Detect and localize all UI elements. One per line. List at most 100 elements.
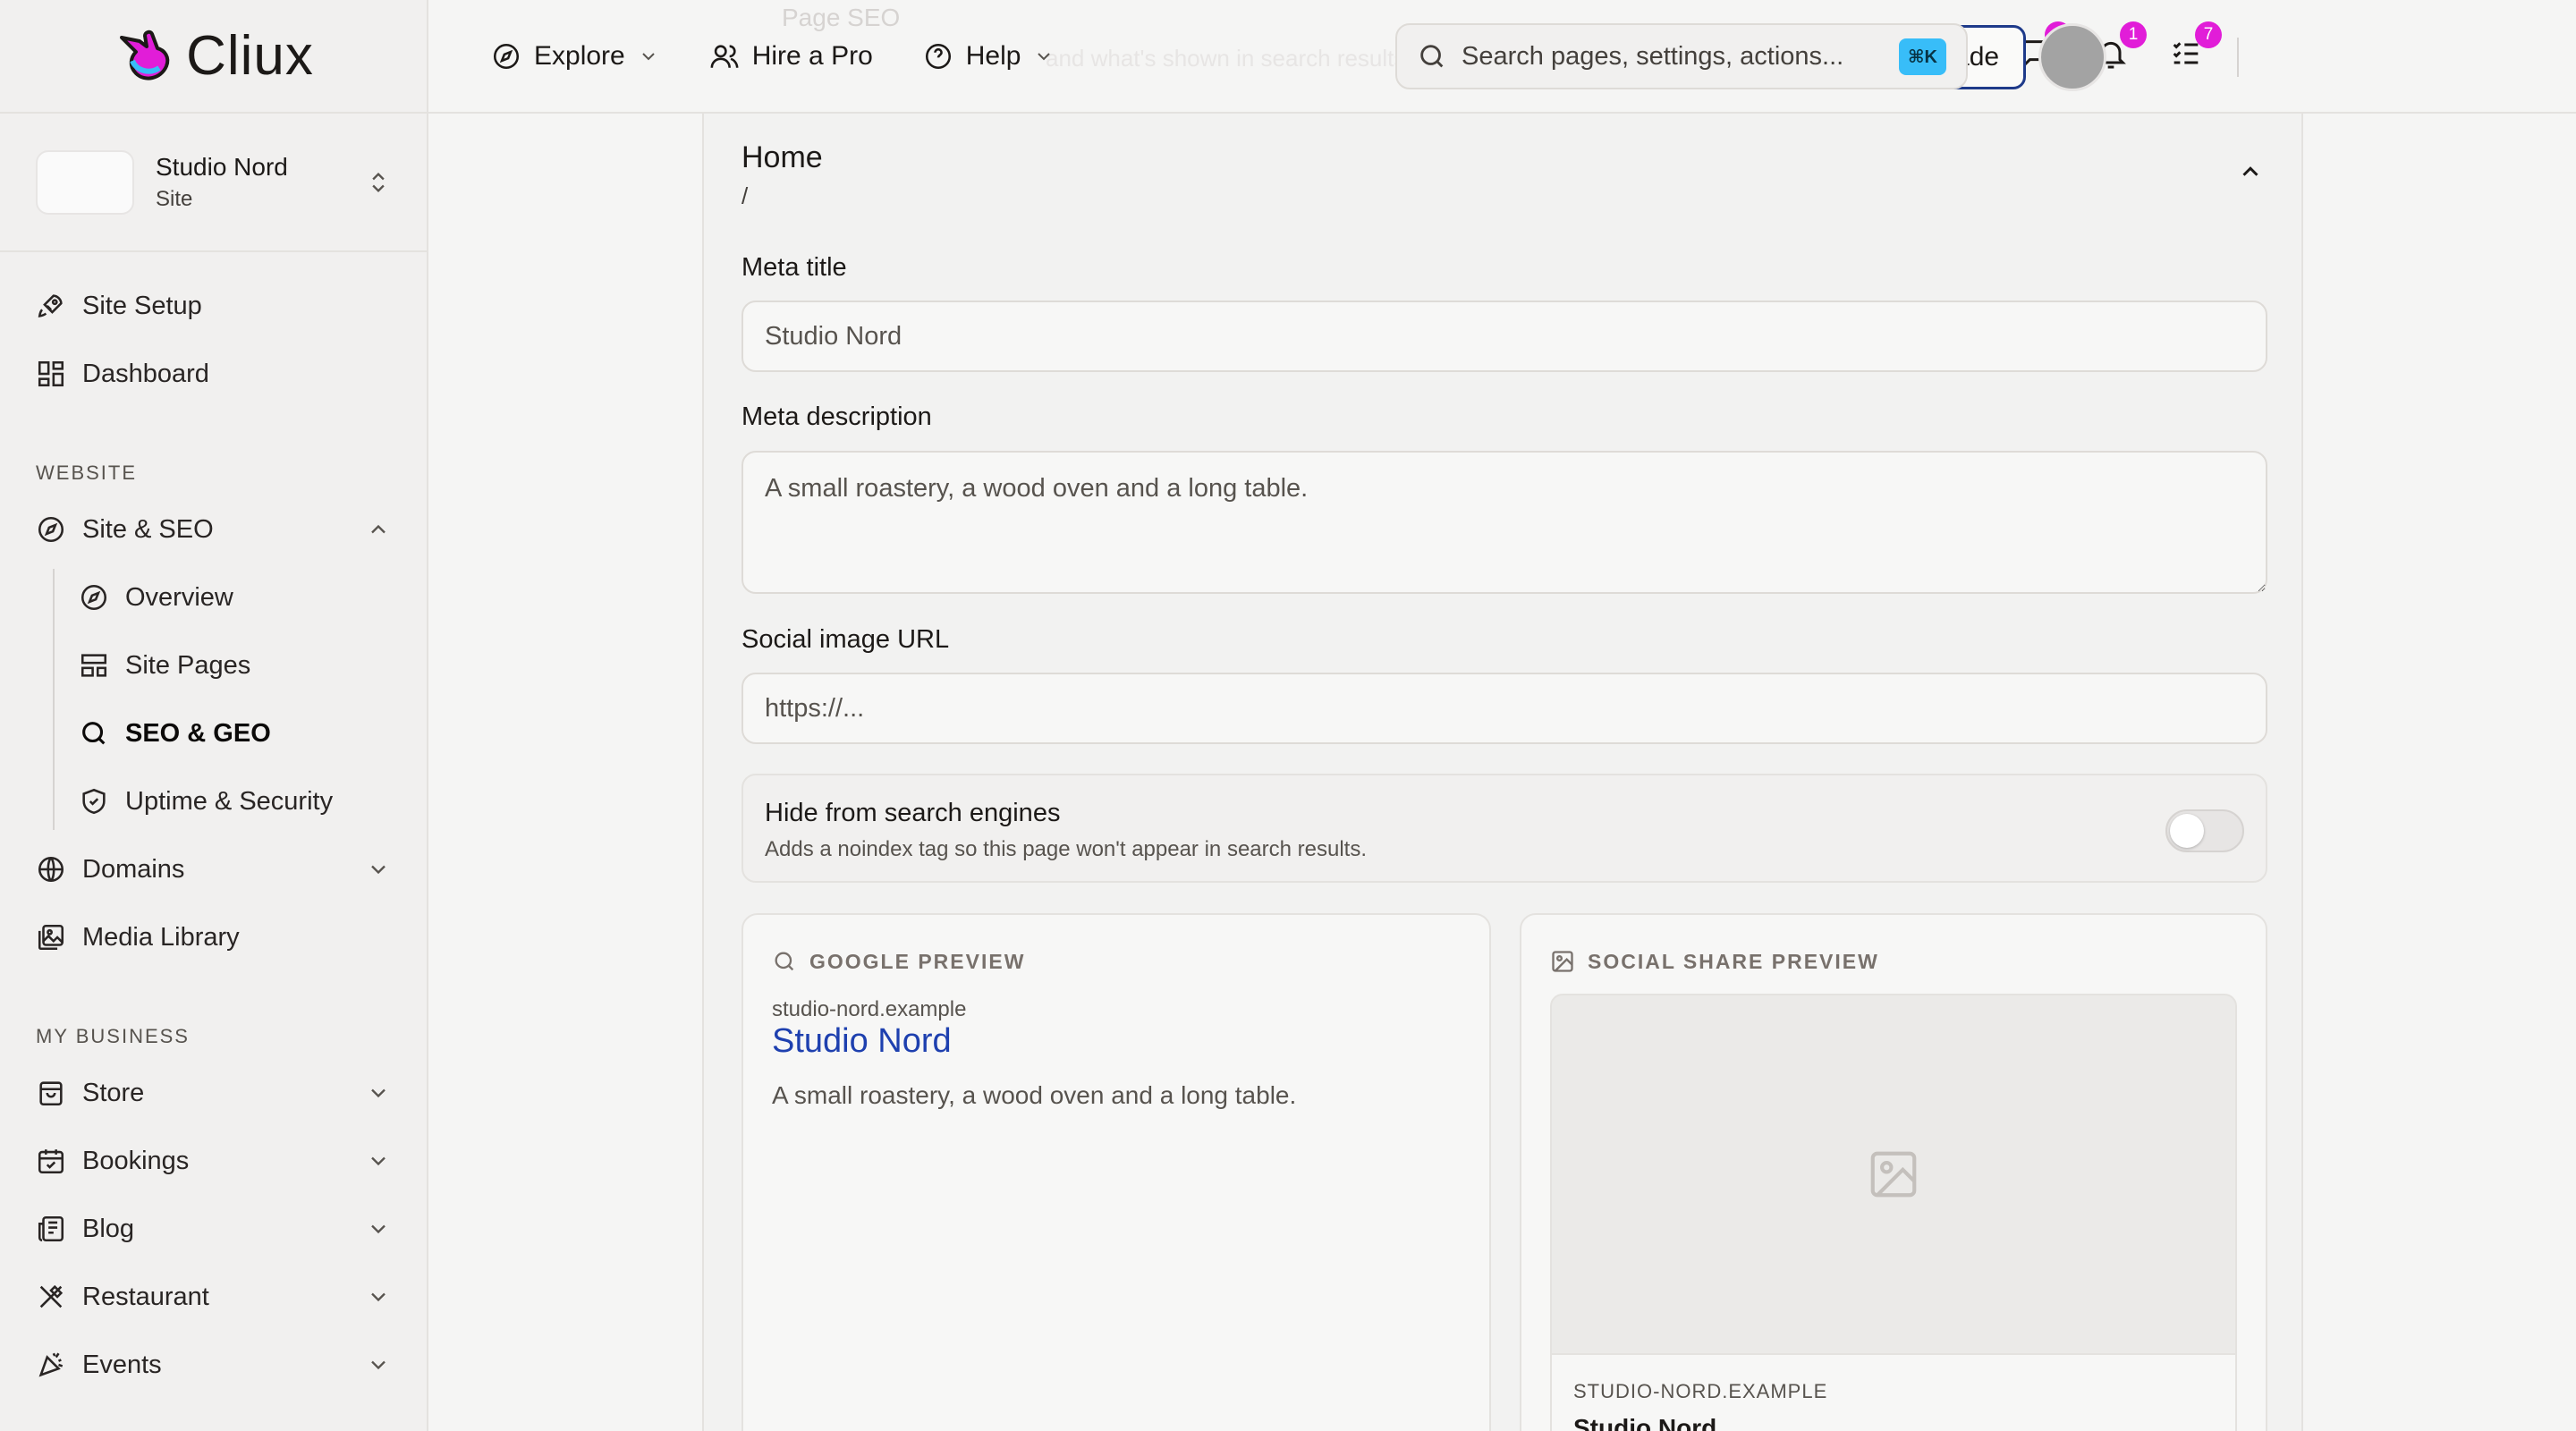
google-preview-title: Studio Nord (772, 1022, 952, 1060)
global-search[interactable]: ⌘K (1395, 23, 1968, 89)
logo-icon (120, 30, 170, 80)
sidebar: Cliux Studio Nord Site Site Setup Dashbo… (0, 0, 428, 1431)
meta-description-label: Meta description (741, 402, 932, 431)
chevron-up-down-icon (372, 172, 385, 192)
site-name: Studio Nord (156, 152, 288, 181)
sidebar-item-store[interactable]: Store (0, 1059, 427, 1127)
search-icon (82, 722, 106, 745)
sidebar-item-bookings[interactable]: Bookings (0, 1127, 427, 1195)
layout-icon (80, 654, 107, 677)
chevron-down-icon (1038, 52, 1051, 60)
hide-from-search-description: Adds a noindex tag so this page won't ap… (765, 837, 1367, 861)
sidebar-item-site-pages[interactable]: Site Pages (0, 631, 427, 699)
sidebar-item-media-library[interactable]: Media Library (0, 903, 427, 971)
compass-icon (38, 516, 64, 543)
chevron-down-icon (371, 1292, 386, 1302)
sidebar-item-seo-geo[interactable]: SEO & GEO (0, 699, 427, 767)
google-preview-url: studio-nord.example (772, 997, 967, 1021)
sidebar-item-overview[interactable]: Overview (0, 563, 427, 631)
newspaper-icon (38, 1215, 64, 1242)
chevron-up-icon (371, 524, 386, 534)
site-seo-submenu: Overview Site Pages SEO & GEO Uptime & S… (0, 563, 427, 835)
google-preview-heading: GOOGLE PREVIEW (809, 949, 1026, 973)
page-path: / (741, 182, 749, 209)
topbar: Page SEO and what's shown in search resu… (428, 0, 2576, 114)
divider (2237, 38, 2239, 77)
sidebar-nav: Site Setup Dashboard WEBSITE Site & SEO … (0, 252, 427, 1399)
chevron-down-icon (371, 1088, 386, 1098)
tasks-button[interactable]: 7 (2168, 21, 2222, 77)
chevron-down-icon (371, 1224, 386, 1234)
search-input[interactable] (1462, 41, 1885, 72)
social-image-label: Social image URL (741, 625, 950, 654)
explore-menu[interactable]: Explore (491, 41, 659, 72)
meta-description-input[interactable] (741, 451, 2267, 594)
hide-from-search-toggle[interactable] (2165, 809, 2244, 852)
sidebar-item-dashboard[interactable]: Dashboard (0, 340, 427, 408)
site-thumbnail (36, 149, 134, 215)
media-icon (38, 924, 64, 951)
social-preview-footer: STUDIO-NORD.EXAMPLE Studio Nord (1550, 1355, 2237, 1431)
compass-icon (493, 43, 520, 69)
page-title: Home (741, 140, 823, 174)
help-menu[interactable]: Help (923, 41, 1055, 72)
logo-text: Cliux (186, 25, 314, 87)
search-icon (1420, 45, 1444, 68)
chevron-down-icon (642, 52, 655, 60)
chevron-up-icon[interactable] (2237, 158, 2264, 185)
social-preview-title: Studio Nord (1573, 1414, 1717, 1431)
social-preview-card: SOCIAL SHARE PREVIEW STUDIO-NORD.EXAMPLE… (1520, 913, 2267, 1431)
social-image-input[interactable] (741, 673, 2267, 744)
explore-label: Explore (534, 40, 625, 71)
hire-label: Hire a Pro (751, 40, 873, 71)
logo[interactable]: Cliux (0, 0, 427, 114)
avatar[interactable] (2038, 23, 2106, 91)
search-shortcut-badge: ⌘K (1899, 38, 1946, 75)
social-preview-url: STUDIO-NORD.EXAMPLE (1573, 1380, 1828, 1402)
sidebar-item-restaurant[interactable]: Restaurant (0, 1263, 427, 1331)
chevron-down-icon (371, 865, 386, 875)
dashboard-icon (38, 360, 64, 387)
meta-title-input[interactable] (741, 301, 2267, 372)
chevron-down-icon (371, 1360, 386, 1370)
calendar-icon (38, 1149, 64, 1174)
compass-icon (80, 584, 107, 611)
users-icon (710, 44, 739, 68)
page-seo-panel: Home / Meta title Meta description Socia… (702, 114, 2303, 1431)
section-my-business: MY BUSINESS (36, 1025, 190, 1047)
help-circle-icon (925, 43, 951, 69)
notifications-badge: 1 (2120, 21, 2147, 48)
google-preview-description: A small roastery, a wood oven and a long… (772, 1081, 1297, 1109)
sidebar-item-blog[interactable]: Blog (0, 1195, 427, 1263)
sidebar-item-events[interactable]: Events (0, 1331, 427, 1399)
social-preview-heading: SOCIAL SHARE PREVIEW (1588, 949, 1879, 973)
image-placeholder-icon (1870, 1151, 1917, 1198)
shield-icon (82, 788, 106, 815)
help-label: Help (965, 40, 1021, 71)
bag-icon (39, 1081, 63, 1106)
page-header[interactable]: Home / (741, 140, 2264, 210)
google-preview-card: GOOGLE PREVIEW studio-nord.example Studi… (741, 913, 1491, 1431)
utensils-icon (39, 1284, 64, 1308)
site-type: Site (156, 186, 193, 211)
search-icon (775, 952, 794, 971)
party-icon (38, 1352, 64, 1377)
ghost-page-title: Page SEO (782, 4, 901, 31)
ghost-page-subtitle: and what's shown in search results (1046, 45, 1406, 72)
globe-icon (38, 856, 64, 883)
image-icon (1552, 951, 1573, 972)
social-image-placeholder (1550, 994, 2237, 1355)
hide-from-search-title: Hide from search engines (765, 799, 1061, 827)
site-switcher[interactable]: Studio Nord Site (0, 114, 427, 252)
sidebar-item-site-setup[interactable]: Site Setup (0, 272, 427, 340)
tasks-badge: 7 (2195, 21, 2222, 48)
sidebar-item-domains[interactable]: Domains (0, 835, 427, 903)
hire-a-pro-link[interactable]: Hire a Pro (709, 41, 873, 72)
hide-from-search-row: Hide from search engines Adds a noindex … (741, 774, 2267, 883)
meta-title-label: Meta title (741, 253, 847, 282)
sidebar-item-site-seo[interactable]: Site & SEO (0, 495, 427, 563)
rocket-icon (38, 294, 63, 318)
chevron-down-icon (371, 1156, 386, 1166)
top-nav: Explore Hire a Pro Help (491, 41, 1055, 72)
sidebar-item-uptime-security[interactable]: Uptime & Security (0, 767, 427, 835)
